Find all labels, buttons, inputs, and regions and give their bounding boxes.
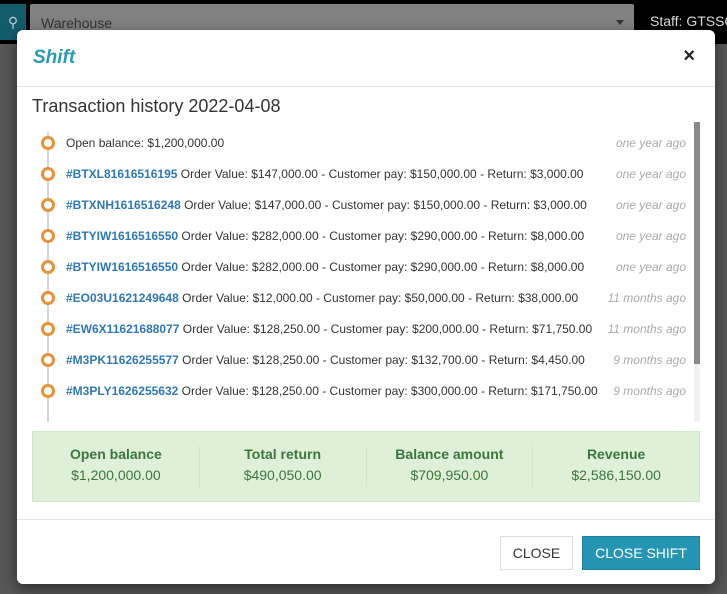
timeline-description: Order Value: $128,250.00 - Customer pay:…: [181, 384, 598, 398]
timeline-text: #EW6X11621688077 Order Value: $128,250.0…: [66, 322, 592, 336]
timeline-time: 9 months ago: [613, 353, 686, 367]
summary-open-balance: Open balance $1,200,000.00: [33, 446, 200, 487]
summary-revenue: Revenue $2,586,150.00: [533, 446, 699, 487]
order-code-link[interactable]: #BTYIW1616516550: [66, 229, 178, 243]
order-code-link[interactable]: #EW6X11621688077: [66, 322, 179, 336]
summary-value: $2,586,150.00: [571, 467, 661, 483]
order-code-link[interactable]: #M3PK11626255577: [66, 353, 179, 367]
order-code-link[interactable]: #M3PLY1626255632: [66, 384, 178, 398]
timeline-dot-icon: [41, 198, 55, 212]
timeline-item: #EW6X11621688077 Order Value: $128,250.0…: [32, 314, 686, 345]
timeline-description: Order Value: $128,250.00 - Customer pay:…: [182, 322, 593, 336]
order-code-link[interactable]: #EO03U1621249648: [66, 291, 179, 305]
timeline-dot-icon: [41, 322, 55, 336]
timeline-text: #BTYIW1616516550 Order Value: $282,000.0…: [66, 229, 584, 243]
timeline-description: Open balance: $1,200,000.00: [66, 136, 225, 150]
modal-header: Shift ×: [17, 30, 715, 87]
timeline-item: #M3PLY1626255632 Order Value: $128,250.0…: [32, 376, 686, 407]
order-code-link[interactable]: #BTXNH1616516248: [66, 198, 181, 212]
timeline-dot-icon: [41, 136, 55, 150]
summary-total-return: Total return $490,050.00: [200, 446, 367, 487]
timeline-description: Order Value: $282,000.00 - Customer pay:…: [181, 260, 585, 274]
close-button[interactable]: CLOSE: [500, 536, 573, 570]
timeline-item: #BTYIW1616516550 Order Value: $282,000.0…: [32, 252, 686, 283]
timeline-description: Order Value: $128,250.00 - Customer pay:…: [182, 353, 585, 367]
timeline-item: #EO03U1621249648 Order Value: $12,000.00…: [32, 283, 686, 314]
timeline-text: Open balance: $1,200,000.00: [66, 136, 224, 150]
timeline-text: #EO03U1621249648 Order Value: $12,000.00…: [66, 291, 578, 305]
transaction-timeline: Open balance: $1,200,000.00 one year ago #…: [32, 122, 700, 422]
timeline-description: Order Value: $147,000.00 - Customer pay:…: [180, 167, 584, 181]
summary-label: Open balance: [69, 446, 162, 462]
shift-summary: Open balance $1,200,000.00 Total return …: [32, 431, 700, 502]
timeline-item: #BTXNH1616516248 Order Value: $147,000.0…: [32, 190, 686, 221]
timeline-item: Open balance: $1,200,000.00 one year ago: [32, 128, 686, 159]
warehouse-select-value: Warehouse: [41, 15, 113, 31]
timeline-text: #M3PLY1626255632 Order Value: $128,250.0…: [66, 384, 598, 398]
timeline-time: 9 months ago: [613, 384, 686, 398]
timeline-text: #BTYIW1616516550 Order Value: $282,000.0…: [66, 260, 584, 274]
summary-value: $709,950.00: [410, 467, 489, 483]
modal-title: Shift: [33, 47, 76, 68]
timeline-time: one year ago: [615, 229, 686, 243]
history-title: Transaction history 2022-04-08: [32, 96, 281, 116]
timeline-time: one year ago: [615, 167, 686, 181]
shift-modal: Shift × Transaction history 2022-04-08 O…: [17, 30, 715, 584]
summary-value: $1,200,000.00: [71, 467, 161, 483]
timeline-dot-icon: [41, 229, 55, 243]
timeline-text: #BTXNH1616516248 Order Value: $147,000.0…: [66, 198, 587, 212]
summary-value: $490,050.00: [243, 467, 322, 483]
timeline-text: #M3PK11626255577 Order Value: $128,250.0…: [66, 353, 585, 367]
close-shift-button[interactable]: CLOSE SHIFT: [582, 536, 700, 570]
timeline-dot-icon: [41, 384, 55, 398]
modal-footer: CLOSE CLOSE SHIFT: [17, 519, 715, 584]
timeline-item: #BTXL81616516195 Order Value: $147,000.0…: [32, 159, 686, 190]
search-icon: ⚲: [7, 13, 19, 30]
timeline-time: one year ago: [615, 136, 686, 150]
timeline-description: Order Value: $147,000.00 - Customer pay:…: [184, 198, 587, 212]
timeline-description: Order Value: $12,000.00 - Customer pay: …: [182, 291, 579, 305]
summary-label: Balance amount: [395, 446, 504, 462]
summary-balance-amount: Balance amount $709,950.00: [367, 446, 534, 487]
chevron-down-icon: [616, 20, 624, 25]
timeline-time: 11 months ago: [607, 322, 687, 336]
timeline-item: #M3PK11626255577 Order Value: $128,250.0…: [32, 345, 686, 376]
timeline-dot-icon: [41, 291, 55, 305]
order-code-link[interactable]: #BTXL81616516195: [66, 167, 177, 181]
timeline-dot-icon: [41, 167, 55, 181]
close-icon[interactable]: ×: [683, 46, 695, 66]
order-code-link[interactable]: #BTYIW1616516550: [66, 260, 178, 274]
timeline-description: Order Value: $282,000.00 - Customer pay:…: [181, 229, 585, 243]
timeline-time: one year ago: [615, 260, 686, 274]
timeline-time: one year ago: [615, 198, 686, 212]
staff-label: Staff: GTSSC: [650, 13, 727, 29]
timeline-dot-icon: [41, 260, 55, 274]
timeline-item: #BTYIW1616516550 Order Value: $282,000.0…: [32, 221, 686, 252]
timeline-time: 11 months ago: [607, 291, 687, 305]
summary-label: Total return: [244, 446, 321, 462]
timeline-text: #BTXL81616516195 Order Value: $147,000.0…: [66, 167, 583, 181]
scrollbar-thumb[interactable]: [694, 122, 700, 364]
timeline-dot-icon: [41, 353, 55, 367]
timeline-scrollbar[interactable]: [694, 122, 700, 422]
summary-label: Revenue: [586, 446, 646, 462]
